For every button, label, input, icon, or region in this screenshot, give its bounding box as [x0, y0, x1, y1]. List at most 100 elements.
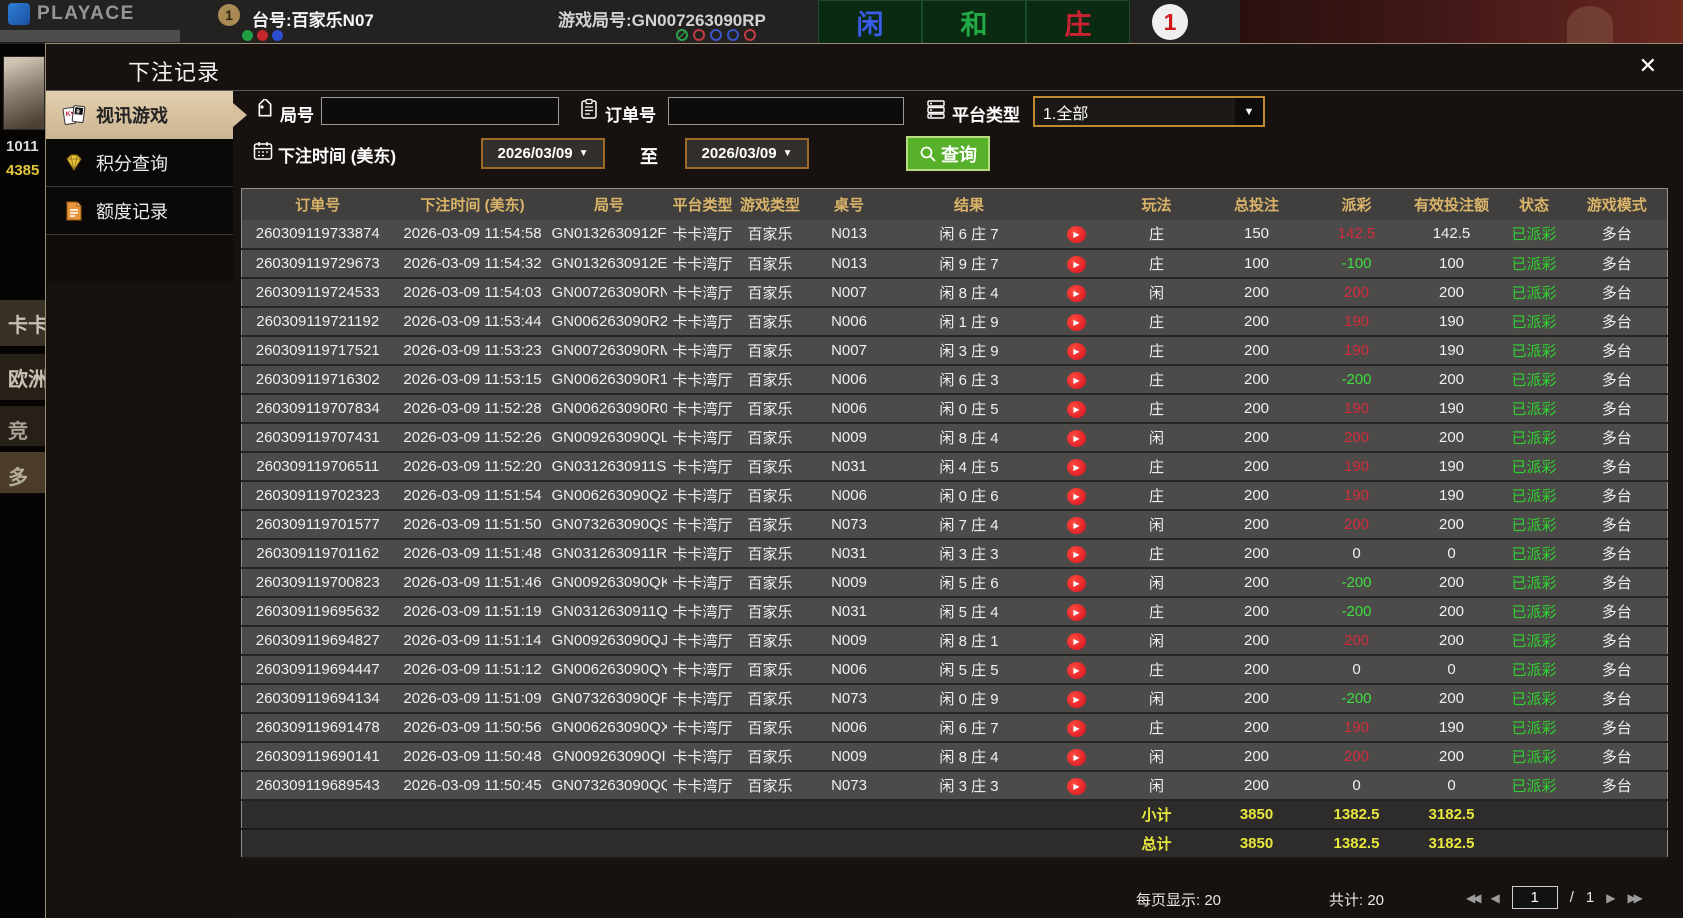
game-type-cell: 百家乐 [738, 625, 802, 656]
play-video-button[interactable]: ▶ [1067, 429, 1086, 447]
sidebar-item-jing[interactable]: 竞 [0, 406, 45, 446]
play-video-button[interactable]: ▶ [1067, 777, 1086, 795]
table-number-badge: 1 [218, 4, 240, 26]
replay-cell: ▶ [1041, 509, 1112, 540]
last-page-button[interactable]: ▶▶ [1627, 891, 1643, 905]
bet-cell-player[interactable]: 闲 [818, 0, 922, 44]
page-separator: / [1569, 889, 1574, 906]
sidebar-item-duo[interactable]: 多 [0, 452, 45, 494]
search-button[interactable]: 查询 [906, 136, 990, 171]
order-number-input[interactable] [668, 97, 904, 125]
bet-time-cell: 2026-03-09 11:53:15 [393, 364, 552, 395]
play-video-button[interactable]: ▶ [1067, 574, 1086, 592]
order-id-cell: 260309119694447 [241, 654, 394, 685]
sidebar-item-europe[interactable]: 欧洲 [0, 354, 45, 400]
page-number-input[interactable] [1511, 886, 1558, 909]
blue-dot-icon [272, 30, 283, 41]
replay-cell: ▶ [1041, 654, 1112, 685]
date-from-picker[interactable]: 2026/03/09 ▼ [481, 138, 605, 169]
total-bet-cell: 200 [1201, 422, 1312, 453]
table-row: 260309119701162 2026-03-09 11:51:48 GN0312… [241, 538, 1668, 569]
play-video-button[interactable]: ▶ [1067, 661, 1086, 679]
play-video-button[interactable]: ▶ [1067, 632, 1086, 650]
bet-time-cell: 2026-03-09 11:51:12 [393, 654, 552, 685]
play-video-button[interactable]: ▶ [1067, 226, 1086, 243]
game-mode-cell: 多台 [1566, 277, 1668, 308]
order-id-cell: 260309119707431 [241, 422, 394, 453]
background-progress-strip [0, 30, 180, 42]
bet-cell-tie[interactable]: 和 [922, 0, 1026, 44]
tab-credit-records[interactable]: 额度记录 [46, 187, 233, 235]
sidebar-item-kaka[interactable]: 卡卡 [0, 300, 45, 346]
total-row: 总计 3850 1382.5 3182.5 [241, 828, 1668, 859]
play-video-button[interactable]: ▶ [1067, 516, 1086, 534]
valid-bet-cell: 0 [1401, 770, 1502, 801]
game-type-cell: 百家乐 [738, 393, 802, 424]
total-bet-cell: 200 [1201, 335, 1312, 366]
search-icon [920, 146, 936, 162]
column-header: 玩法 [1111, 188, 1202, 220]
play-video-button[interactable]: ▶ [1067, 371, 1086, 389]
result-cell: 闲 1 庄 9 [896, 306, 1042, 337]
total-row-label: 总计 [1111, 828, 1202, 859]
first-page-button[interactable]: ◀◀ [1466, 891, 1482, 905]
total-bet-cell: 200 [1201, 596, 1312, 627]
avatar [3, 56, 45, 130]
table-number-cell: N009 [801, 567, 897, 598]
play-video-button[interactable]: ▶ [1067, 545, 1086, 563]
play-video-button[interactable]: ▶ [1067, 342, 1086, 360]
bet-time-cell: 2026-03-09 11:53:23 [393, 335, 552, 366]
play-video-button[interactable]: ▶ [1067, 255, 1086, 273]
platform-type-select[interactable]: 1.全部 ▼ [1033, 96, 1265, 127]
game-mode-cell: 多台 [1566, 625, 1668, 656]
playing-cards-icon: K♥ 9 [62, 105, 86, 125]
payout-cell: -200 [1311, 567, 1402, 598]
round-id-cell: GN006263090QX [551, 712, 667, 743]
valid-bet-cell: 200 [1401, 567, 1502, 598]
round-id-cell: GN073263090QR [551, 683, 667, 714]
table-row: 260309119706511 2026-03-09 11:52:20 GN0312… [241, 451, 1668, 482]
play-video-button[interactable]: ▶ [1067, 748, 1086, 766]
replay-cell: ▶ [1041, 770, 1112, 801]
status-cell: 已派彩 [1501, 770, 1567, 801]
replay-cell: ▶ [1041, 567, 1112, 598]
round-id-cell: GN0132630912E [551, 248, 667, 279]
table-number-cell: N006 [801, 306, 897, 337]
replay-cell: ▶ [1041, 712, 1112, 743]
valid-bet-cell: 200 [1401, 625, 1502, 656]
play-video-button[interactable]: ▶ [1067, 719, 1086, 737]
table-number-cell: N073 [801, 509, 897, 540]
play-video-button[interactable]: ▶ [1067, 690, 1086, 708]
date-to-picker[interactable]: 2026/03/09 ▼ [685, 138, 809, 169]
close-icon[interactable]: ✕ [1639, 54, 1657, 78]
bet-cell-banker[interactable]: 庄 [1026, 0, 1130, 44]
table-number-cell: N009 [801, 741, 897, 772]
logo-cube-icon [8, 3, 30, 25]
round-number-input[interactable] [321, 97, 559, 125]
status-cell: 已派彩 [1501, 538, 1567, 569]
bet-time-cell: 2026-03-09 11:53:44 [393, 306, 552, 337]
valid-bet-cell: 190 [1401, 712, 1502, 743]
total-bet-cell: 200 [1201, 741, 1312, 772]
status-cell: 已派彩 [1501, 480, 1567, 511]
payout-cell: 200 [1311, 741, 1402, 772]
tab-points-query[interactable]: 积分查询 [46, 139, 233, 187]
play-video-button[interactable]: ▶ [1067, 313, 1086, 331]
next-page-button[interactable]: ▶ [1606, 891, 1615, 905]
prev-page-button[interactable]: ◀ [1490, 891, 1499, 905]
play-video-button[interactable]: ▶ [1067, 284, 1086, 302]
game-type-cell: 百家乐 [738, 451, 802, 482]
game-type-cell: 百家乐 [738, 741, 802, 772]
platform-selected-value: 1.全部 [1043, 105, 1089, 123]
play-video-button[interactable]: ▶ [1067, 458, 1086, 476]
tab-video-games[interactable]: K♥ 9 视讯游戏 [46, 91, 247, 139]
column-header: 订单号 [241, 188, 394, 220]
valid-bet-cell: 0 [1401, 538, 1502, 569]
play-video-button[interactable]: ▶ [1067, 487, 1086, 505]
payout-cell: -200 [1311, 364, 1402, 395]
game-mode-cell: 多台 [1566, 335, 1668, 366]
play-video-button[interactable]: ▶ [1067, 603, 1086, 621]
play-video-button[interactable]: ▶ [1067, 400, 1086, 418]
status-cell: 已派彩 [1501, 248, 1567, 279]
game-round-label: 游戏局号:GN007263090RP [558, 11, 766, 30]
